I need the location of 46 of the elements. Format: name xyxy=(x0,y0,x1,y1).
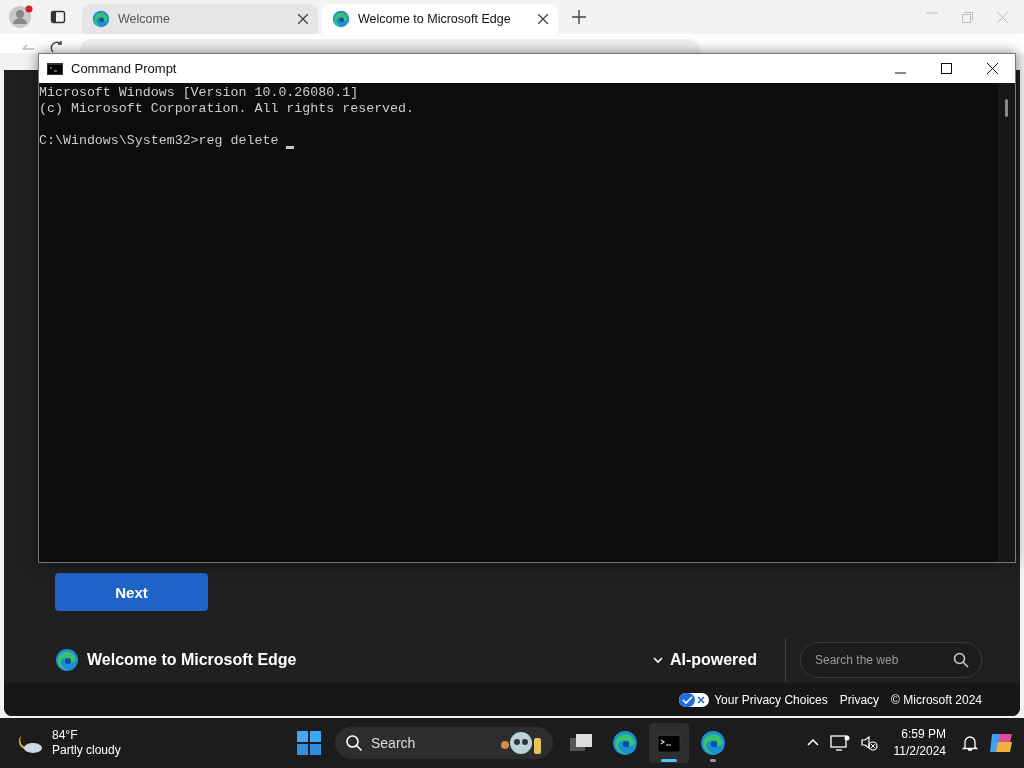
swirl-logo-icon xyxy=(92,10,110,28)
profile-icon[interactable] xyxy=(8,4,34,30)
console-prompt: C:\Windows\System32>reg delete xyxy=(39,133,279,149)
swirl-logo-icon xyxy=(612,730,638,756)
weather-condition: Partly cloudy xyxy=(52,743,121,758)
ai-powered-dropdown[interactable]: AI-powered xyxy=(651,651,757,669)
search-input[interactable]: Search the web xyxy=(813,652,953,668)
skull-doodle-icon xyxy=(499,730,543,756)
terminal-icon[interactable] xyxy=(657,733,681,753)
swirl-logo-icon xyxy=(332,10,350,28)
sidebar-icon[interactable] xyxy=(50,9,66,25)
close-tab-icon[interactable] xyxy=(298,14,308,24)
chevron-down-icon xyxy=(651,654,664,666)
window-title: Command Prompt xyxy=(71,61,177,76)
taskbar-app[interactable] xyxy=(649,723,689,763)
search-icon xyxy=(345,734,363,752)
console-icon xyxy=(47,62,63,75)
search-field[interactable]: Search the web xyxy=(800,642,982,678)
clock-date[interactable]: 11/2/2024 xyxy=(893,743,946,760)
scrollbar[interactable] xyxy=(998,83,1015,562)
windows-stack-icon[interactable] xyxy=(569,732,593,754)
new-tab-icon[interactable] xyxy=(572,10,586,24)
next-button[interactable]: Next xyxy=(55,573,208,611)
close-icon[interactable] xyxy=(986,62,998,74)
swirl-logo-icon xyxy=(700,730,726,756)
browser-tab[interactable]: Welcome to Microsoft Edge xyxy=(322,4,558,34)
monitor-icon[interactable] xyxy=(829,734,850,752)
footer-link[interactable]: Your Privacy Choices xyxy=(679,692,828,707)
close-tab-icon[interactable] xyxy=(538,14,548,24)
muted-speaker-icon[interactable] xyxy=(859,734,878,752)
privacy-toggle-icon xyxy=(679,692,710,707)
weather-temperature: 84°F xyxy=(52,728,79,743)
bell-icon[interactable] xyxy=(962,734,978,752)
taskbar-search[interactable]: Search xyxy=(335,727,553,759)
text-cursor xyxy=(286,146,295,149)
clock-time[interactable]: 6:59 PM xyxy=(893,726,946,743)
brand-title: Welcome to Microsoft Edge xyxy=(87,651,297,669)
swirl-logo-icon xyxy=(55,648,79,672)
footer-link[interactable]: © Microsoft 2024 xyxy=(891,692,982,707)
minimize-icon[interactable] xyxy=(894,71,906,74)
footer-link[interactable]: Privacy xyxy=(839,692,880,707)
browser-tab[interactable]: Welcome xyxy=(82,4,318,34)
console-line: (c) Microsoft Corporation. All rights reserved. xyxy=(39,101,416,117)
console-line: Microsoft Windows [Version 10.0.26080.1] xyxy=(39,85,360,101)
search-icon[interactable] xyxy=(953,652,969,668)
maximize-icon[interactable] xyxy=(940,62,952,74)
